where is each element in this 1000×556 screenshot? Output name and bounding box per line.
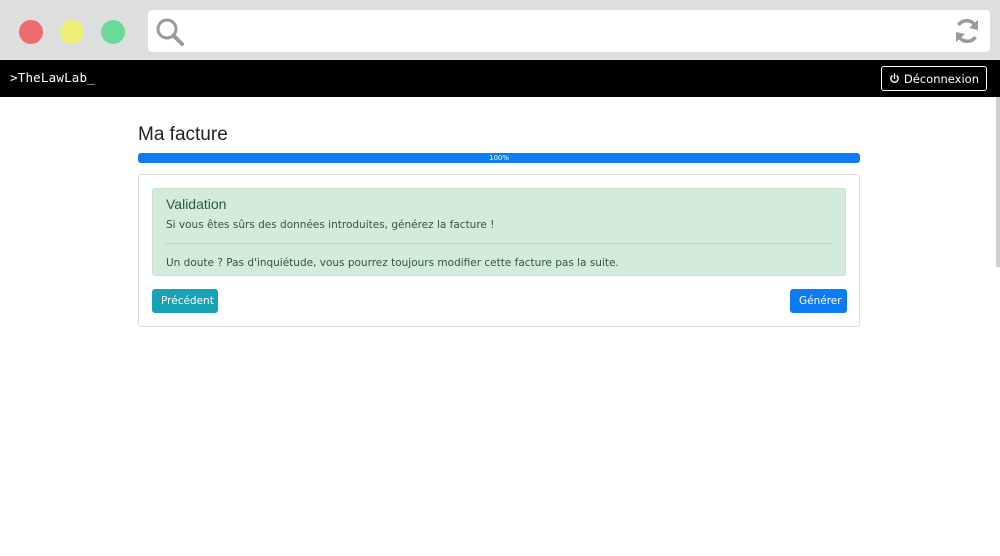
alert-note: Un doute ? Pas d'inquiétude, vous pourre… — [166, 257, 619, 269]
reload-icon[interactable] — [952, 16, 982, 46]
window-minimize-dot[interactable] — [60, 20, 84, 44]
page-title: Ma facture — [138, 124, 228, 145]
validation-card: Validation Si vous êtes sûrs des données… — [138, 174, 860, 327]
address-bar[interactable] — [148, 10, 990, 52]
browser-chrome — [0, 0, 1000, 60]
app-navbar: >TheLawLab_ Déconnexion — [0, 60, 1000, 97]
alert-divider — [166, 243, 832, 244]
alert-message: Si vous êtes sûrs des données introduite… — [166, 219, 495, 231]
power-icon — [890, 73, 899, 83]
logout-label: Déconnexion — [903, 71, 979, 86]
success-alert: Validation Si vous êtes sûrs des données… — [152, 188, 846, 276]
window-maximize-dot[interactable] — [101, 20, 125, 44]
page-scrollbar[interactable] — [996, 97, 1000, 267]
search-icon[interactable] — [155, 17, 185, 47]
window-close-dot[interactable] — [19, 20, 43, 44]
progress-track: 100% — [138, 153, 860, 163]
alert-heading: Validation — [166, 196, 227, 212]
generate-button[interactable]: Générer — [790, 289, 847, 313]
logout-button[interactable]: Déconnexion — [880, 66, 987, 91]
progress-bar: 100% — [138, 153, 860, 163]
brand-logo[interactable]: >TheLawLab_ — [10, 70, 95, 85]
previous-button[interactable]: Précédent — [152, 289, 218, 313]
url-input[interactable] — [196, 18, 940, 46]
